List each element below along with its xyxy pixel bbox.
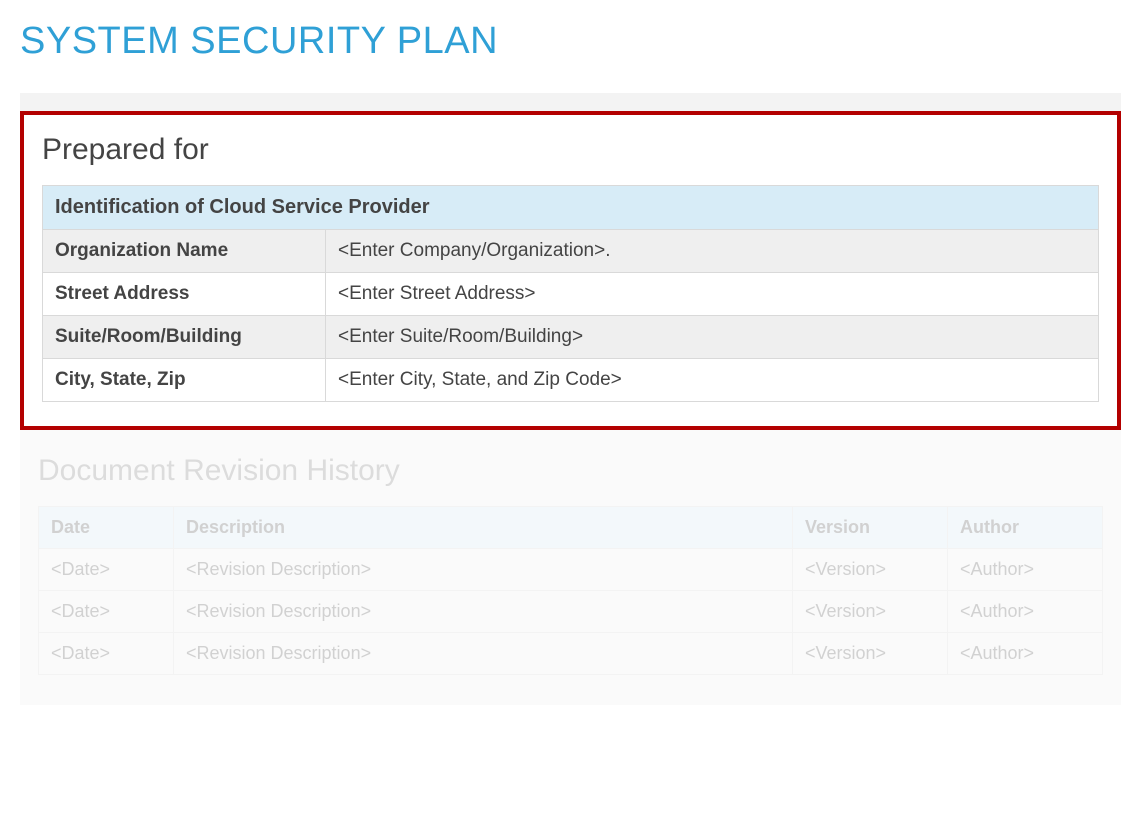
table-row: <Date> <Revision Description> <Version> …	[39, 591, 1103, 633]
rev-date-value[interactable]: <Date>	[39, 633, 174, 675]
revision-history-heading: Document Revision History	[38, 454, 1103, 488]
table-row: City, State, Zip <Enter City, State, and…	[43, 359, 1099, 402]
org-name-label: Organization Name	[43, 230, 326, 273]
rev-version-value[interactable]: <Version>	[793, 633, 948, 675]
rev-author-value[interactable]: <Author>	[948, 633, 1103, 675]
table-row: <Date> <Revision Description> <Version> …	[39, 549, 1103, 591]
suite-room-building-label: Suite/Room/Building	[43, 316, 326, 359]
csp-identification-table: Identification of Cloud Service Provider…	[42, 185, 1099, 402]
org-name-value[interactable]: <Enter Company/Organization>.	[326, 230, 1099, 273]
rev-date-value[interactable]: <Date>	[39, 591, 174, 633]
table-header-row: Date Description Version Author	[39, 507, 1103, 549]
col-version-header: Version	[793, 507, 948, 549]
col-author-header: Author	[948, 507, 1103, 549]
rev-description-value[interactable]: <Revision Description>	[174, 591, 793, 633]
rev-description-value[interactable]: <Revision Description>	[174, 633, 793, 675]
street-address-value[interactable]: <Enter Street Address>	[326, 273, 1099, 316]
col-date-header: Date	[39, 507, 174, 549]
divider-strip	[20, 93, 1121, 111]
suite-room-building-value[interactable]: <Enter Suite/Room/Building>	[326, 316, 1099, 359]
rev-author-value[interactable]: <Author>	[948, 591, 1103, 633]
rev-version-value[interactable]: <Version>	[793, 549, 948, 591]
prepared-for-section: Prepared for Identification of Cloud Ser…	[20, 111, 1121, 430]
city-state-zip-value[interactable]: <Enter City, State, and Zip Code>	[326, 359, 1099, 402]
col-description-header: Description	[174, 507, 793, 549]
page-title: SYSTEM SECURITY PLAN	[20, 20, 1121, 63]
rev-date-value[interactable]: <Date>	[39, 549, 174, 591]
revision-history-table: Date Description Version Author <Date> <…	[38, 506, 1103, 675]
table-row: Organization Name <Enter Company/Organiz…	[43, 230, 1099, 273]
rev-description-value[interactable]: <Revision Description>	[174, 549, 793, 591]
document-page: SYSTEM SECURITY PLAN Prepared for Identi…	[0, 0, 1141, 745]
rev-version-value[interactable]: <Version>	[793, 591, 948, 633]
city-state-zip-label: City, State, Zip	[43, 359, 326, 402]
table-row: Suite/Room/Building <Enter Suite/Room/Bu…	[43, 316, 1099, 359]
table-row: <Date> <Revision Description> <Version> …	[39, 633, 1103, 675]
revision-history-section: Document Revision History Date Descripti…	[20, 430, 1121, 705]
street-address-label: Street Address	[43, 273, 326, 316]
prepared-for-heading: Prepared for	[42, 133, 1099, 167]
table-row: Street Address <Enter Street Address>	[43, 273, 1099, 316]
rev-author-value[interactable]: <Author>	[948, 549, 1103, 591]
csp-table-title: Identification of Cloud Service Provider	[43, 186, 1099, 230]
